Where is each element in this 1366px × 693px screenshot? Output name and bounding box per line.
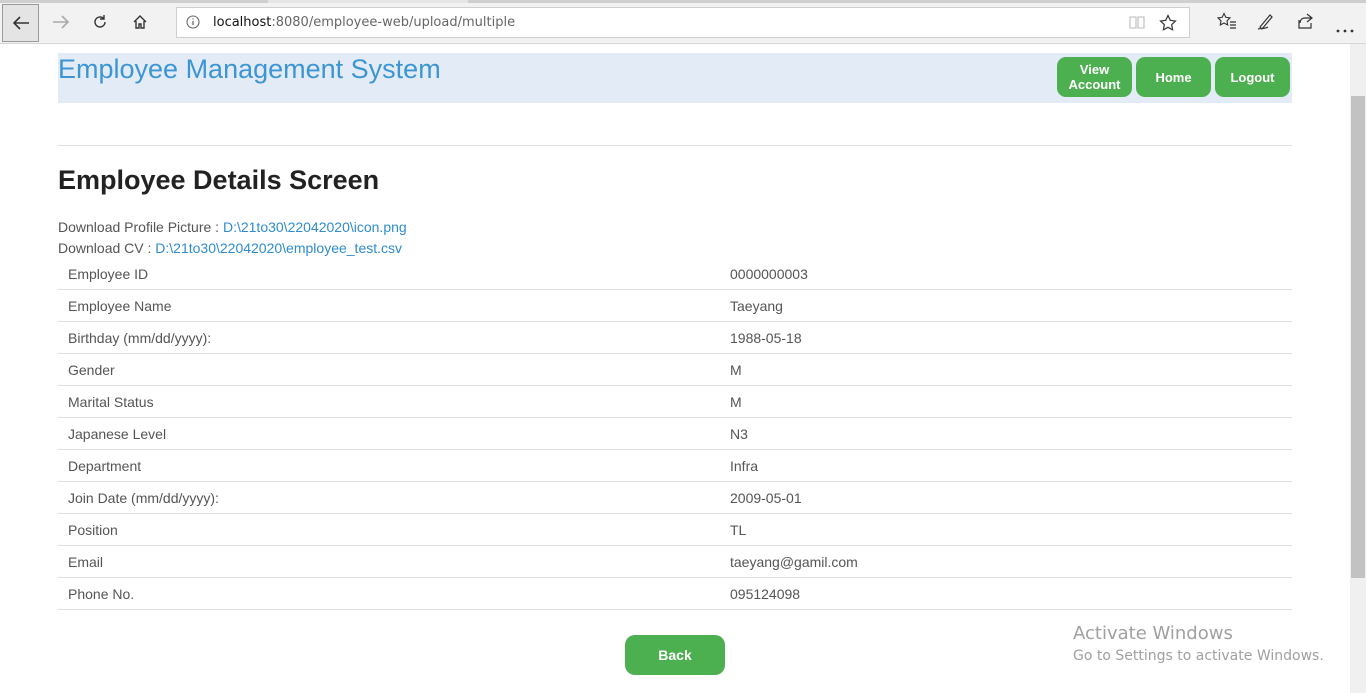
app-header: Employee Management System View Account … xyxy=(58,53,1292,103)
home-icon[interactable] xyxy=(123,5,157,39)
download-picture-link[interactable]: D:\21to30\22042020\icon.png xyxy=(223,219,407,235)
row-value: N3 xyxy=(730,426,748,442)
row-label: Join Date (mm/dd/yyyy): xyxy=(68,490,219,506)
browser-toolbar: localhost:8080/employee-web/upload/multi… xyxy=(0,0,1366,44)
employee-details-table: Employee ID 0000000003 Employee Name Taeya… xyxy=(58,258,1292,610)
divider xyxy=(58,145,1292,146)
reading-view-icon[interactable] xyxy=(1129,15,1145,34)
row-label: Position xyxy=(68,522,118,538)
download-picture-label: Download Profile Picture : xyxy=(58,219,223,235)
row-label: Phone No. xyxy=(68,586,135,602)
table-row: Join Date (mm/dd/yyyy): 2009-05-01 xyxy=(58,482,1292,514)
row-value: Taeyang xyxy=(730,298,783,314)
row-value: M xyxy=(730,394,742,410)
row-label: Employee ID xyxy=(68,266,149,282)
watermark-subtitle: Go to Settings to activate Windows. xyxy=(1073,648,1324,664)
download-cv-link[interactable]: D:\21to30\22042020\employee_test.csv xyxy=(155,240,402,256)
row-label: Email xyxy=(68,554,104,570)
row-label: Birthday (mm/dd/yyyy): xyxy=(68,330,212,346)
logout-button[interactable]: Logout xyxy=(1215,57,1290,97)
row-label: Department xyxy=(68,458,142,474)
row-value: taeyang@gamil.com xyxy=(730,554,858,570)
row-label: Japanese Level xyxy=(68,426,167,442)
windows-activation-watermark: Activate Windows Go to Settings to activ… xyxy=(1073,623,1324,664)
tab-strip xyxy=(0,0,1366,3)
table-row: Department Infra xyxy=(58,450,1292,482)
favorite-star-icon[interactable] xyxy=(1159,14,1177,37)
download-cv-label: Download CV : xyxy=(58,240,156,256)
watermark-title: Activate Windows xyxy=(1073,623,1233,644)
table-row: Position TL xyxy=(58,514,1292,546)
scrollbar-thumb[interactable] xyxy=(1351,96,1365,578)
download-cv-row: Download CV : D:\21to30\22042020\employe… xyxy=(58,240,402,256)
page-title: Employee Details Screen xyxy=(58,165,380,195)
favorites-list-icon[interactable] xyxy=(1216,12,1237,35)
home-button[interactable]: Home xyxy=(1136,57,1211,97)
row-value: M xyxy=(730,362,742,378)
table-row: Employee ID 0000000003 xyxy=(58,258,1292,290)
row-value: 095124098 xyxy=(730,586,801,602)
share-icon[interactable] xyxy=(1296,12,1314,35)
download-picture-row: Download Profile Picture : D:\21to30\220… xyxy=(58,219,407,235)
pen-icon[interactable] xyxy=(1257,12,1275,35)
table-row: Gender M xyxy=(58,354,1292,386)
row-label: Gender xyxy=(68,362,115,378)
table-row: Birthday (mm/dd/yyyy): 1988-05-18 xyxy=(58,322,1292,354)
address-bar[interactable]: localhost:8080/employee-web/upload/multi… xyxy=(176,7,1190,38)
table-row: Japanese Level N3 xyxy=(58,418,1292,450)
table-row: Employee Name Taeyang xyxy=(58,290,1292,322)
view-account-button[interactable]: View Account xyxy=(1057,57,1132,97)
url-text[interactable]: localhost:8080/employee-web/upload/multi… xyxy=(213,15,515,30)
row-value: 0000000003 xyxy=(730,266,808,282)
row-value: 1988-05-18 xyxy=(730,330,802,346)
info-icon[interactable] xyxy=(186,15,200,34)
back-button[interactable]: Back xyxy=(625,635,725,675)
row-label: Employee Name xyxy=(68,298,172,314)
row-value: Infra xyxy=(730,458,759,474)
forward-arrow-icon[interactable] xyxy=(44,5,78,39)
row-label: Marital Status xyxy=(68,394,154,410)
row-value: TL xyxy=(730,522,747,538)
more-options-icon[interactable] xyxy=(1336,20,1354,38)
table-row: Email taeyang@gamil.com xyxy=(58,546,1292,578)
table-row: Marital Status M xyxy=(58,386,1292,418)
refresh-icon[interactable] xyxy=(83,5,117,39)
back-arrow-icon[interactable] xyxy=(2,4,39,42)
row-value: 2009-05-01 xyxy=(730,490,802,506)
app-title: Employee Management System xyxy=(58,54,441,84)
table-row: Phone No. 095124098 xyxy=(58,578,1292,610)
